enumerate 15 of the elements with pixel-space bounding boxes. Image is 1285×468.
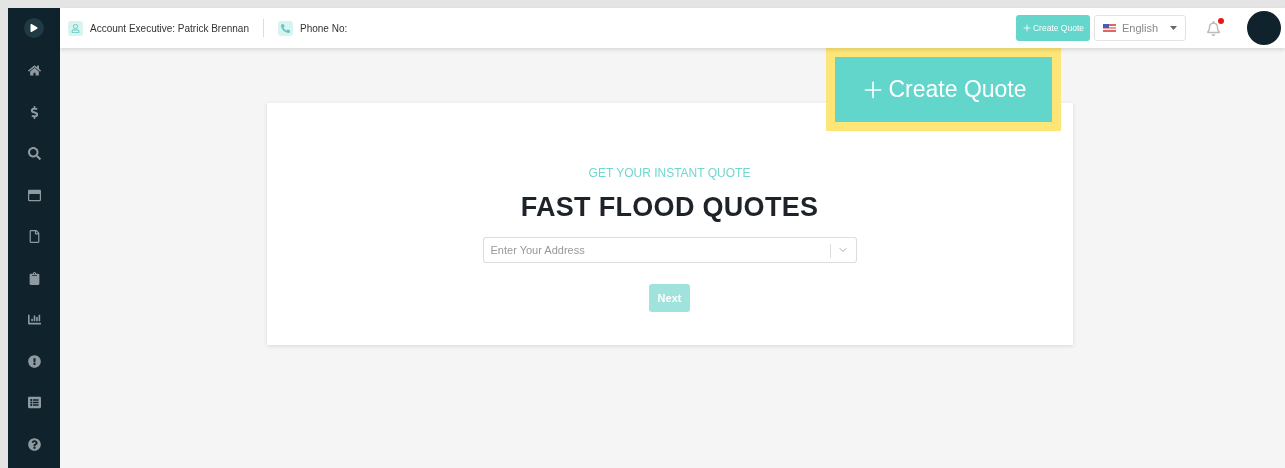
phone-label: Phone No: (300, 22, 348, 34)
card-subtitle: GET YOUR INSTANT QUOTE (588, 166, 751, 180)
flag-icon (1103, 24, 1116, 32)
bell-icon[interactable] (1206, 20, 1221, 36)
account-executive-label: Account Executive: Patrick Brennan (90, 22, 249, 34)
caret-icon (1170, 26, 1177, 30)
avatar[interactable] (1247, 11, 1281, 45)
play-icon[interactable] (24, 18, 44, 38)
phone-icon (278, 20, 293, 36)
card-title: FAST FLOOD QUOTES (520, 192, 819, 223)
create-quote-button[interactable]: Create Quote (1015, 15, 1090, 41)
plus-icon (1021, 23, 1032, 33)
create-quote-callout-image: Create Quote (826, 48, 1061, 131)
user-icon (68, 20, 83, 36)
language-select[interactable]: English (1094, 15, 1186, 41)
